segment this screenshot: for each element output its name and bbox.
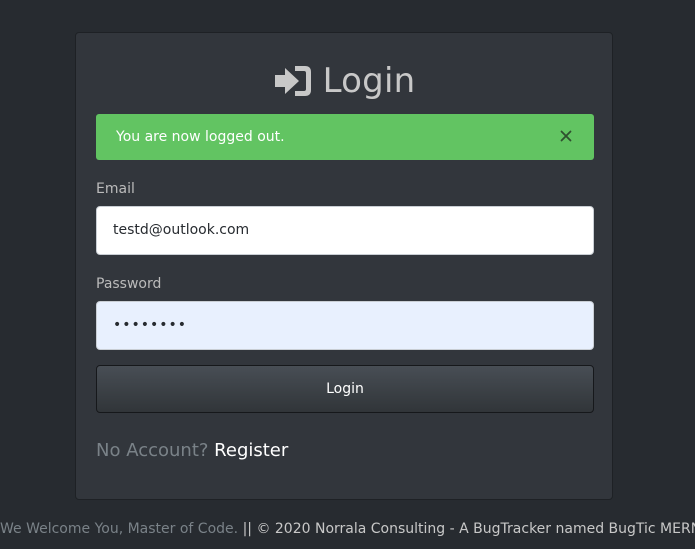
no-account-text: No Account?: [96, 440, 209, 461]
footer-copyright: © 2020 Norrala Consulting - A BugTracker…: [256, 521, 695, 537]
sign-in-icon: [274, 66, 311, 96]
footer-welcome: We Welcome You, Master of Code.: [0, 521, 239, 537]
email-field[interactable]: testd@outlook.com: [96, 206, 594, 255]
register-link[interactable]: Register: [214, 440, 288, 461]
login-card: Login You are now logged out. Email test…: [75, 32, 613, 500]
email-label: Email: [96, 181, 135, 197]
alert-message: You are now logged out.: [116, 129, 285, 145]
login-heading: Login: [76, 61, 612, 101]
footer-separator: ||: [242, 521, 252, 537]
register-prompt: No Account? Register: [96, 440, 288, 462]
page-title: Login: [322, 61, 416, 101]
login-page: Login You are now logged out. Email test…: [0, 0, 695, 549]
close-icon[interactable]: [556, 126, 576, 146]
footer: We Welcome You, Master of Code. || © 202…: [0, 519, 695, 539]
logout-alert: You are now logged out.: [96, 114, 594, 160]
login-button[interactable]: Login: [96, 365, 594, 413]
password-field[interactable]: ••••••••: [96, 301, 594, 350]
password-label: Password: [96, 276, 162, 292]
